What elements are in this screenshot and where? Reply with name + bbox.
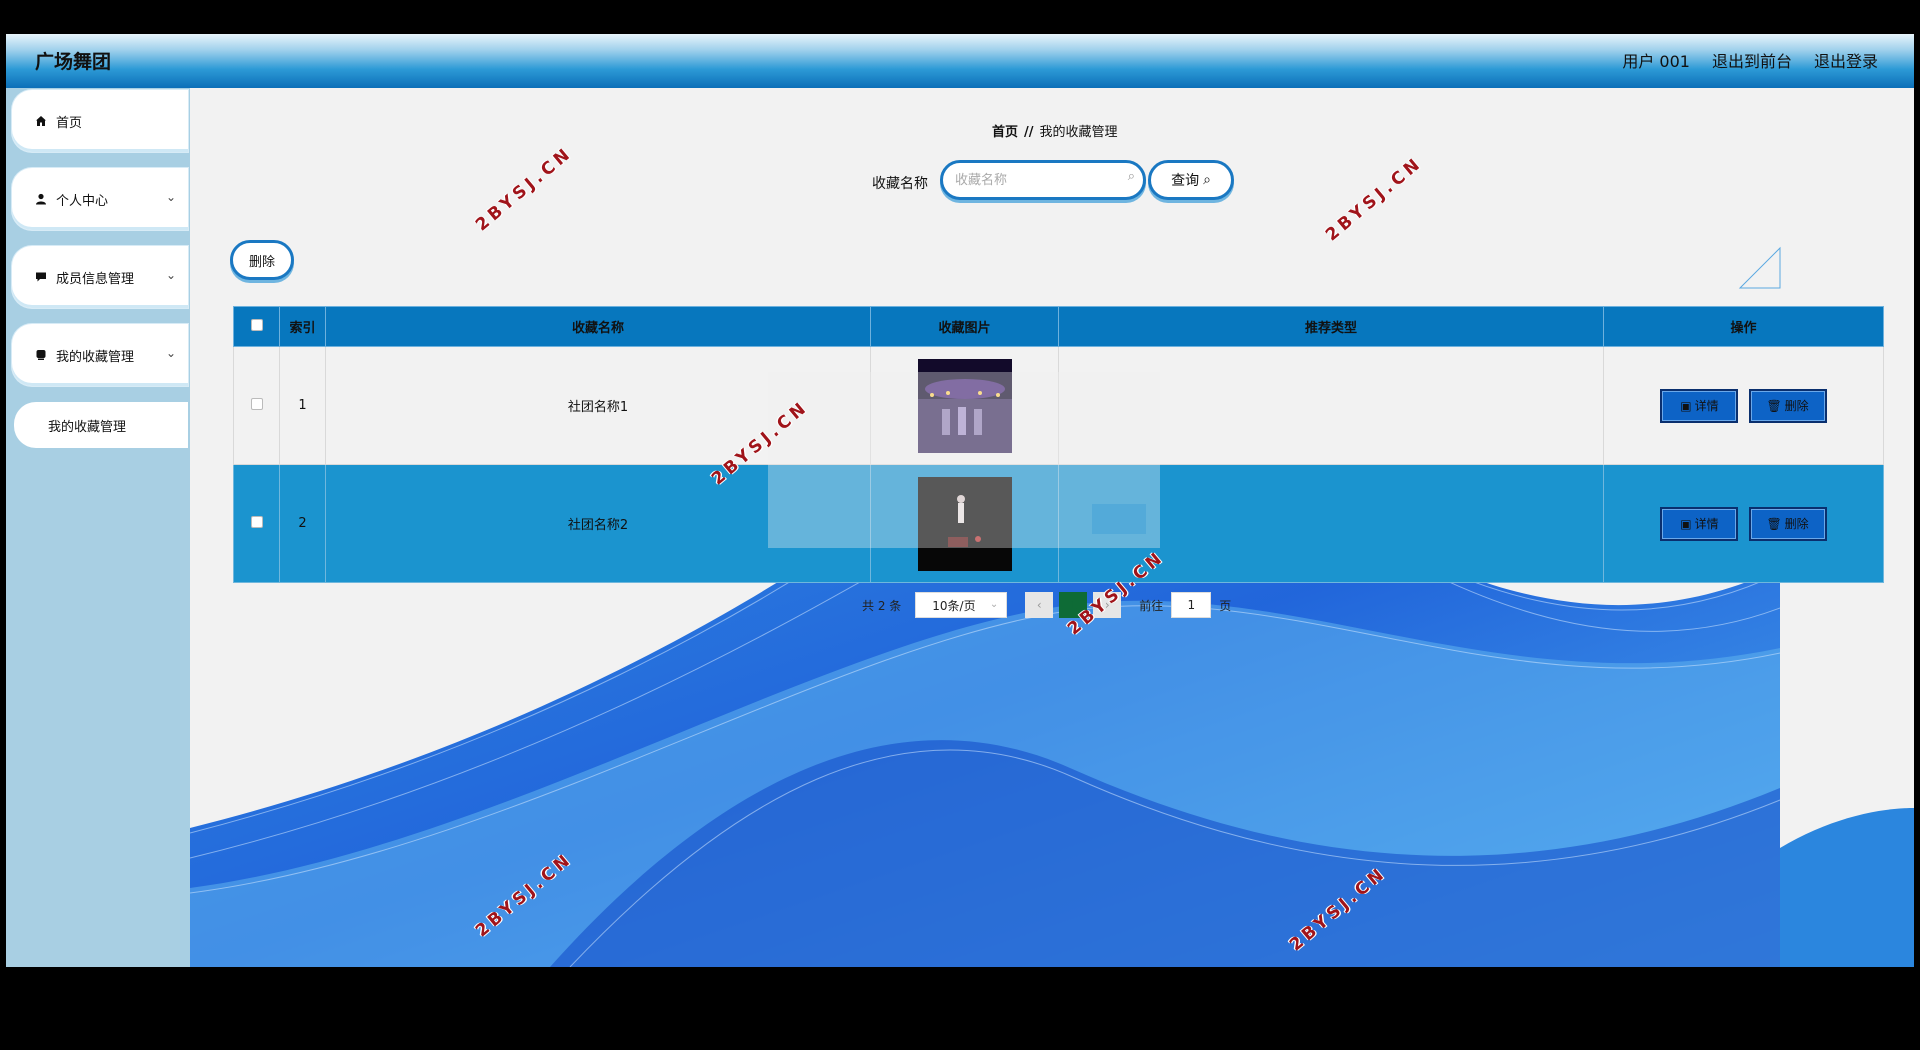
select-all-checkbox[interactable] (250, 318, 263, 331)
trash-icon: 🗑 (1766, 398, 1782, 413)
row-actions: ▣ 详情 🗑 删除 (1603, 346, 1884, 465)
top-right-links: 用户 001 退出到前台 退出登录 (1622, 48, 1878, 72)
detail-button[interactable]: ▣ 详情 (1660, 388, 1739, 423)
column-header-index: 索引 (279, 306, 326, 347)
sidebar-subitem-my-collections[interactable]: 我的收藏管理 (14, 402, 188, 448)
row-select-cell (233, 464, 280, 583)
column-header-name: 收藏名称 (325, 306, 871, 347)
detail-label: 详情 (1694, 399, 1719, 413)
sidebar: 首页 个人中心 ⌄ 成员信息管理 ⌄ 我的收藏管理 ⌄ 我的收藏管理 (6, 88, 190, 967)
goto-prefix: 前往 (1139, 598, 1164, 613)
top-bar: 广场舞团 用户 001 退出到前台 退出登录 (6, 34, 1914, 88)
goto-suffix: 页 (1219, 598, 1232, 613)
brand-title: 广场舞团 (35, 51, 112, 73)
breadcrumb-current: 我的收藏管理 (1039, 125, 1118, 140)
sidebar-item-label: 我的收藏管理 (56, 349, 135, 365)
delete-row-button[interactable]: 🗑 删除 (1748, 506, 1827, 541)
app-window: 广场舞团 用户 001 退出到前台 退出登录 首页 个人中心 ⌄ 成员信息管理 (6, 34, 1914, 967)
sidebar-item-home[interactable]: 首页 (12, 90, 188, 152)
breadcrumb: 首页 // 我的收藏管理 (992, 121, 1118, 140)
column-header-type: 推荐类型 (1058, 306, 1604, 347)
main-content: 首页 // 我的收藏管理 收藏名称 ⌕ 查询 ⌕ 删除 索引 收藏名称 收藏图片 推… (190, 88, 1914, 967)
trash-icon: 🗑 (1766, 516, 1782, 531)
sidebar-item-label: 个人中心 (56, 193, 109, 209)
search-field[interactable]: ⌕ (940, 160, 1146, 200)
row-select-cell (233, 346, 280, 465)
batch-delete-button[interactable]: 删除 (230, 240, 294, 280)
sidebar-item-members[interactable]: 成员信息管理 ⌄ (12, 246, 188, 308)
column-header-actions: 操作 (1603, 306, 1884, 347)
page-size-value: 10条/页 (932, 598, 976, 613)
row-index: 2 (279, 464, 326, 583)
detail-button[interactable]: ▣ 详情 (1660, 506, 1739, 541)
table-header-row: 索引 收藏名称 收藏图片 推荐类型 操作 (233, 306, 1884, 347)
row-actions: ▣ 详情 🗑 删除 (1603, 464, 1884, 583)
document-icon: ▣ (1680, 516, 1692, 531)
breadcrumb-home[interactable]: 首页 (992, 125, 1018, 140)
sidebar-item-collections[interactable]: 我的收藏管理 ⌄ (12, 324, 188, 386)
sidebar-item-personal[interactable]: 个人中心 ⌄ (12, 168, 188, 230)
user-name-link[interactable]: 用户 001 (1622, 48, 1690, 72)
logout-link[interactable]: 退出登录 (1814, 48, 1878, 72)
query-button-label: 查询 (1171, 173, 1200, 189)
search-icon: ⌕ (1203, 172, 1211, 188)
detail-label: 详情 (1694, 517, 1719, 531)
document-icon: ▣ (1680, 398, 1692, 413)
chat-icon (34, 270, 48, 284)
exit-to-front-link[interactable]: 退出到前台 (1712, 48, 1792, 72)
column-header-image: 收藏图片 (870, 306, 1059, 347)
search-label: 收藏名称 (872, 176, 928, 192)
chevron-down-icon: ⌄ (165, 346, 176, 360)
query-button[interactable]: 查询 ⌕ (1148, 160, 1234, 200)
goto-page-input[interactable]: 1 (1171, 592, 1212, 618)
select-all-cell (233, 306, 280, 347)
row-checkbox[interactable] (250, 515, 263, 528)
chevron-down-icon: ⌄ (165, 190, 176, 204)
chevron-down-icon: ⌄ (989, 599, 999, 610)
row-index: 1 (279, 346, 326, 465)
row-checkbox[interactable] (250, 397, 263, 410)
chevron-left-icon: ‹ (1036, 598, 1042, 612)
breadcrumb-separator: // (1024, 125, 1034, 140)
delete-label: 删除 (1784, 399, 1809, 413)
user-icon (34, 192, 48, 206)
search-input[interactable] (955, 169, 1115, 191)
prev-page-button[interactable]: ‹ (1025, 592, 1054, 618)
delete-row-button[interactable]: 🗑 删除 (1748, 388, 1827, 423)
collection-icon (34, 348, 48, 362)
pagination: 共 2 条 10条/页 ⌄ ‹ 1 › 前往 1 页 (862, 592, 1231, 618)
sidebar-item-label: 成员信息管理 (56, 271, 135, 287)
pagination-total: 共 2 条 (862, 598, 902, 613)
page-size-select[interactable]: 10条/页 ⌄ (915, 592, 1008, 618)
fading-confirm-dialog (768, 372, 1160, 548)
sidebar-item-label: 首页 (56, 115, 83, 131)
search-icon: ⌕ (1127, 169, 1135, 184)
home-icon (34, 114, 48, 128)
dialog-ok-button[interactable] (1092, 504, 1146, 534)
delete-label: 删除 (1784, 517, 1809, 531)
chevron-down-icon: ⌄ (165, 268, 176, 282)
